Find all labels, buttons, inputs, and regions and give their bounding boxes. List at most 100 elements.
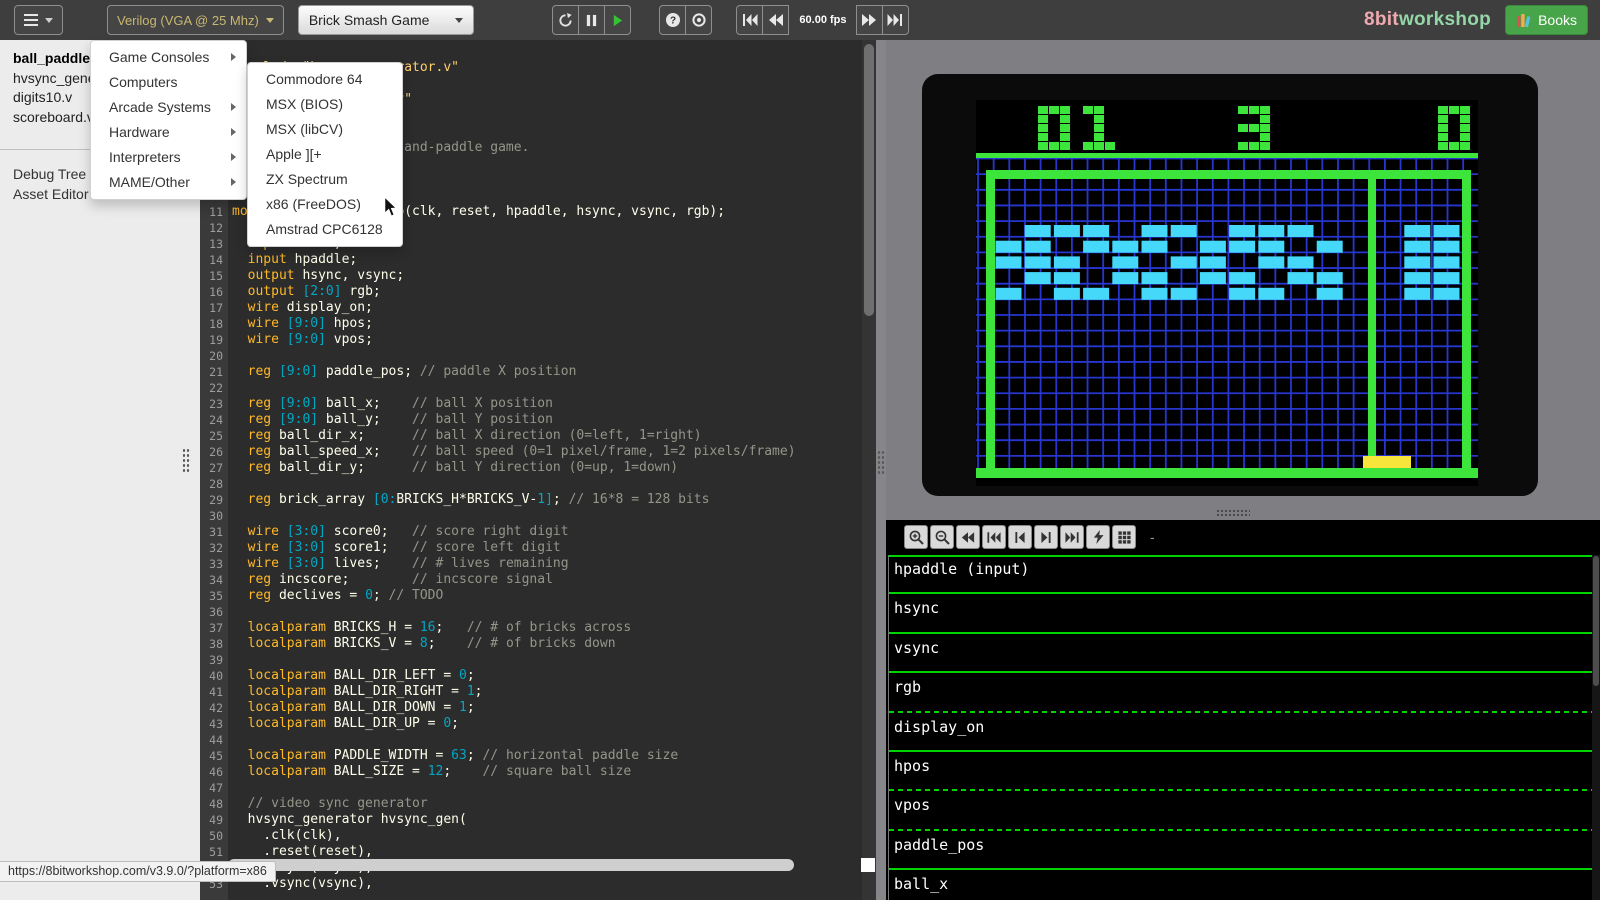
- reset-button[interactable]: [552, 5, 579, 35]
- code-line[interactable]: localparam BALL_SIZE = 12; // square bal…: [228, 764, 862, 780]
- code-line[interactable]: wire [3:0] lives; // # lives remaining: [228, 556, 862, 572]
- scrollbar-thumb[interactable]: [228, 859, 794, 871]
- fps-counter: 60.00 fps: [789, 5, 856, 35]
- code-line[interactable]: .vsync(vsync),: [228, 876, 862, 892]
- scope-step-back-button[interactable]: [1008, 525, 1032, 549]
- code-line[interactable]: wire [9:0] hpos;: [228, 316, 862, 332]
- scope-skip-end-button[interactable]: [1060, 525, 1084, 549]
- platform-menu-item[interactable]: Interpreters: [91, 145, 246, 170]
- code-line[interactable]: reg [9:0] ball_y; // ball Y position: [228, 412, 862, 428]
- code-line[interactable]: reg ball_dir_y; // ball Y direction (0=u…: [228, 460, 862, 476]
- signal-row[interactable]: hsync: [889, 596, 1592, 635]
- platform-menu-item[interactable]: Game Consoles: [91, 45, 246, 70]
- line-number: 21: [200, 364, 228, 380]
- code-line[interactable]: wire [9:0] vpos;: [228, 332, 862, 348]
- signal-row[interactable]: ball_x: [889, 872, 1592, 900]
- main-menu-button[interactable]: [14, 5, 63, 35]
- computers-menu-item[interactable]: MSX (BIOS): [248, 92, 402, 117]
- sidebar-splitter-handle[interactable]: [182, 448, 191, 474]
- code-line[interactable]: [228, 380, 862, 396]
- signal-row[interactable]: vsync: [889, 636, 1592, 675]
- code-line[interactable]: wire display_on;: [228, 300, 862, 316]
- computers-menu-item[interactable]: Apple ][+: [248, 142, 402, 167]
- run-button[interactable]: [604, 5, 631, 35]
- scope-rewind-button[interactable]: [956, 525, 980, 549]
- fast-forward-button[interactable]: [856, 5, 883, 35]
- pause-button[interactable]: [578, 5, 605, 35]
- record-button[interactable]: [685, 5, 712, 35]
- code-line[interactable]: wire [3:0] score1; // score left digit: [228, 540, 862, 556]
- signal-row[interactable]: hpos: [889, 754, 1592, 793]
- code-line[interactable]: output [2:0] rgb;: [228, 284, 862, 300]
- splitter-handle[interactable]: [1216, 509, 1250, 518]
- code-line[interactable]: wire [3:0] score0; // score right digit: [228, 524, 862, 540]
- code-line[interactable]: [228, 508, 862, 524]
- computers-menu-item[interactable]: x86 (FreeDOS): [248, 192, 402, 217]
- code-line[interactable]: hvsync_generator hvsync_gen(: [228, 812, 862, 828]
- platform-select-button[interactable]: Verilog (VGA @ 25 Mhz): [107, 5, 284, 35]
- signal-row[interactable]: display_on: [889, 715, 1592, 754]
- code-line[interactable]: reg [9:0] paddle_pos; // paddle X positi…: [228, 364, 862, 380]
- code-line[interactable]: localparam BALL_DIR_UP = 0;: [228, 716, 862, 732]
- code-line[interactable]: [228, 44, 862, 60]
- code-line[interactable]: localparam BRICKS_H = 16; // # of bricks…: [228, 620, 862, 636]
- code-line[interactable]: localparam BALL_DIR_DOWN = 1;: [228, 700, 862, 716]
- computers-menu-item[interactable]: Commodore 64: [248, 67, 402, 92]
- signal-row[interactable]: paddle_pos: [889, 833, 1592, 872]
- code-line[interactable]: [228, 652, 862, 668]
- books-button[interactable]: Books: [1505, 5, 1588, 35]
- code-line[interactable]: localparam BRICKS_V = 8; // # of bricks …: [228, 636, 862, 652]
- preset-select[interactable]: Brick Smash Game: [298, 5, 475, 35]
- code-line[interactable]: reg ball_dir_x; // ball X direction (0=l…: [228, 428, 862, 444]
- skip-start-button[interactable]: [736, 5, 763, 35]
- platform-menu-item[interactable]: MAME/Other: [91, 170, 246, 195]
- code-line[interactable]: .clk(clk),: [228, 828, 862, 844]
- code-line[interactable]: output hsync, vsync;: [228, 268, 862, 284]
- code-line[interactable]: reg [9:0] ball_x; // ball X position: [228, 396, 862, 412]
- logo: 8bitworkshop: [1364, 9, 1491, 31]
- signal-row[interactable]: vpos: [889, 793, 1592, 832]
- fast-run-button[interactable]: [1086, 525, 1110, 549]
- zoom-out-button[interactable]: [930, 525, 954, 549]
- emulator-scope-splitter[interactable]: [886, 505, 1600, 520]
- code-line[interactable]: input hpaddle;: [228, 252, 862, 268]
- platform-menu-item[interactable]: Arcade Systems: [91, 95, 246, 120]
- editor-horizontal-scrollbar[interactable]: [228, 858, 858, 872]
- computers-menu-item[interactable]: Amstrad CPC6128: [248, 217, 402, 242]
- memory-view-button[interactable]: [1112, 525, 1136, 549]
- submenu-arrow-icon: [231, 103, 236, 111]
- code-line[interactable]: reg ball_speed_x; // ball speed (0=1 pix…: [228, 444, 862, 460]
- platform-menu-item[interactable]: Hardware: [91, 120, 246, 145]
- platform-menu-item[interactable]: Computers: [91, 70, 246, 95]
- help-button[interactable]: ?: [659, 5, 686, 35]
- code-line[interactable]: [228, 732, 862, 748]
- skip-end-button[interactable]: [882, 5, 909, 35]
- code-line[interactable]: localparam BALL_DIR_LEFT = 0;: [228, 668, 862, 684]
- zoom-in-button[interactable]: [904, 525, 928, 549]
- code-line[interactable]: [228, 348, 862, 364]
- editor-right-splitter[interactable]: [876, 40, 886, 900]
- code-line[interactable]: localparam PADDLE_WIDTH = 63; // horizon…: [228, 748, 862, 764]
- scope-scrollbar[interactable]: [1592, 555, 1600, 900]
- scope-step-forward-button[interactable]: [1034, 525, 1058, 549]
- code-line[interactable]: reg declives = 0; // TODO: [228, 588, 862, 604]
- editor-vertical-scrollbar[interactable]: [862, 40, 876, 900]
- signal-row[interactable]: hpaddle (input): [889, 557, 1592, 596]
- code-line[interactable]: [228, 604, 862, 620]
- code-line[interactable]: reg brick_array [0:BRICKS_H*BRICKS_V-1];…: [228, 492, 862, 508]
- splitter-handle[interactable]: [877, 450, 885, 476]
- scope-skip-start-button[interactable]: [982, 525, 1006, 549]
- code-line[interactable]: reg incscore; // incscore signal: [228, 572, 862, 588]
- caret-down-icon: [45, 18, 53, 23]
- signal-row[interactable]: rgb: [889, 675, 1592, 714]
- code-line[interactable]: [228, 780, 862, 796]
- emulator-screen[interactable]: [922, 74, 1538, 496]
- scrollbar-thumb[interactable]: [1593, 556, 1599, 686]
- code-line[interactable]: [228, 476, 862, 492]
- computers-menu-item[interactable]: ZX Spectrum: [248, 167, 402, 192]
- scrollbar-thumb[interactable]: [864, 44, 874, 316]
- code-line[interactable]: localparam BALL_DIR_RIGHT = 1;: [228, 684, 862, 700]
- code-line[interactable]: // video sync generator: [228, 796, 862, 812]
- computers-menu-item[interactable]: MSX (libCV): [248, 117, 402, 142]
- rewind-button[interactable]: [762, 5, 789, 35]
